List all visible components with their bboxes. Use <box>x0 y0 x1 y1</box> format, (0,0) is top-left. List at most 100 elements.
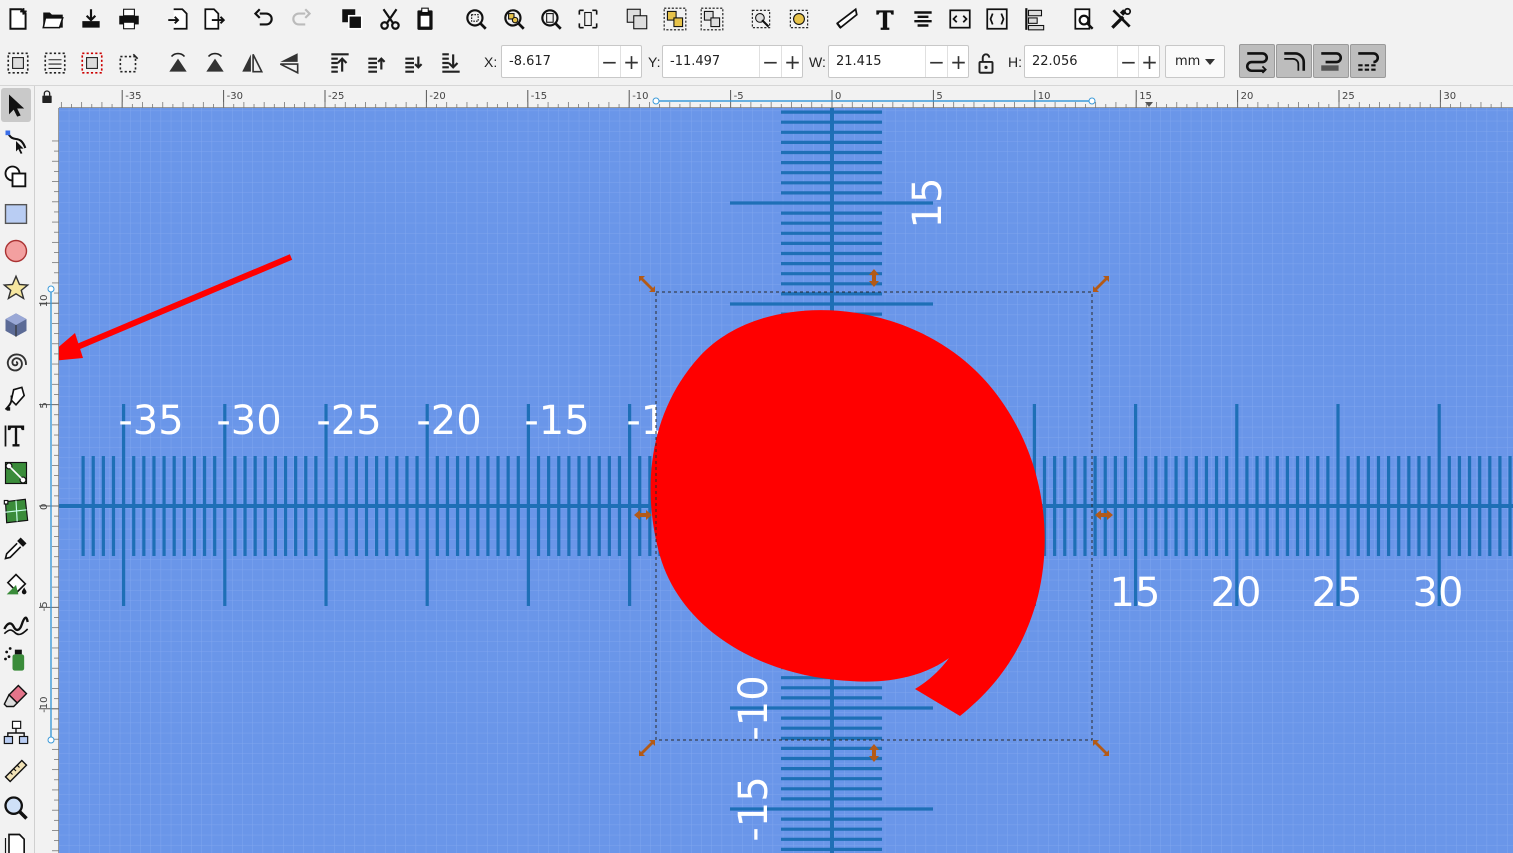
w-increment[interactable]: + <box>947 46 969 77</box>
raise-icon[interactable] <box>362 48 392 78</box>
h-increment[interactable]: + <box>1138 46 1160 77</box>
shape-builder-tool[interactable] <box>1 160 31 194</box>
rectangle-tool[interactable] <box>1 197 31 231</box>
h-input[interactable] <box>1025 46 1117 77</box>
undo-icon[interactable] <box>248 4 278 34</box>
deselect-icon[interactable] <box>114 48 144 78</box>
rotate-cw-icon[interactable] <box>200 48 230 78</box>
ellipse-tool[interactable] <box>1 234 31 268</box>
y-increment[interactable]: + <box>781 46 803 77</box>
x-axis-label: 30 <box>1413 570 1464 616</box>
move-patterns-icon <box>1358 52 1380 71</box>
star-tool[interactable] <box>1 271 31 305</box>
move-gradients-toggle[interactable] <box>1313 44 1349 78</box>
pathfinder-icon[interactable] <box>784 4 814 34</box>
3d-box-icon <box>5 313 27 337</box>
ruler-label: -5 <box>39 601 50 611</box>
save-icon[interactable] <box>76 4 106 34</box>
export-icon[interactable] <box>199 4 229 34</box>
move-patterns-toggle[interactable] <box>1350 44 1386 78</box>
ruler-label: 20 <box>1241 91 1254 102</box>
eraser-tool[interactable] <box>1 679 31 713</box>
text-tool[interactable] <box>1 419 31 453</box>
rectangle-icon <box>4 203 28 225</box>
x-axis-label: -35 <box>118 398 183 444</box>
spiral-tool[interactable] <box>1 345 31 379</box>
lower-to-bottom-icon[interactable] <box>436 48 466 78</box>
flip-vertical-icon[interactable] <box>274 48 304 78</box>
zoom-selection-icon[interactable] <box>461 4 491 34</box>
ruler-label: 15 <box>1139 91 1152 102</box>
ruler-label: -10 <box>39 696 50 712</box>
ruler-lock-corner[interactable] <box>35 86 59 108</box>
dropper-tool[interactable] <box>1 531 31 565</box>
eraser-icon <box>3 684 28 708</box>
canvas[interactable]: -35-30-25-20-15-10515202530 155-10-15 -3… <box>35 86 1513 853</box>
ungroup-icon[interactable] <box>697 4 727 34</box>
x-input[interactable] <box>502 46 598 77</box>
flip-horizontal-icon[interactable] <box>237 48 267 78</box>
horizontal-ruler[interactable] <box>59 86 1513 108</box>
pages-tool[interactable] <box>1 828 31 853</box>
rotate-ccw-icon[interactable] <box>163 48 193 78</box>
text-font-icon[interactable] <box>870 4 900 34</box>
zoom-page-icon[interactable] <box>536 4 566 34</box>
layers-icon[interactable] <box>982 4 1012 34</box>
scale-corners-toggle[interactable] <box>1276 44 1312 78</box>
w-decrement[interactable]: − <box>925 46 947 77</box>
ellipse-icon <box>4 239 28 263</box>
x-decrement[interactable]: − <box>598 46 620 77</box>
redo-icon[interactable] <box>287 4 317 34</box>
connector-tool[interactable] <box>1 716 31 750</box>
new-document-icon[interactable] <box>3 4 33 34</box>
object-props-icon[interactable] <box>945 4 975 34</box>
x-increment[interactable]: + <box>620 46 642 77</box>
gradient-tool[interactable] <box>1 456 31 490</box>
select-all-layers-icon[interactable] <box>40 48 70 78</box>
ruler-label: 30 <box>1443 91 1456 102</box>
unit-select[interactable]: mm <box>1165 45 1225 78</box>
align-distribute-icon[interactable] <box>1020 4 1050 34</box>
tweak-tool[interactable] <box>1 605 31 639</box>
pages-icon <box>4 833 25 853</box>
paste-icon[interactable] <box>410 4 440 34</box>
cut-icon[interactable] <box>375 4 405 34</box>
node-tool[interactable] <box>1 124 31 158</box>
tweak-icon <box>3 616 29 636</box>
lower-icon[interactable] <box>399 48 429 78</box>
invert-selection-icon[interactable] <box>77 48 107 78</box>
h-decrement[interactable]: − <box>1117 46 1139 77</box>
zoom-tool[interactable] <box>1 791 31 825</box>
selector-tool[interactable] <box>1 88 31 122</box>
3d-box-tool[interactable] <box>1 308 31 342</box>
vertical-ruler[interactable] <box>35 108 59 853</box>
print-icon[interactable] <box>114 4 144 34</box>
pen-tool[interactable] <box>1 382 31 416</box>
w-input[interactable] <box>829 46 925 77</box>
find-icon[interactable] <box>1069 4 1099 34</box>
import-icon[interactable] <box>163 4 193 34</box>
scale-stroke-toggle[interactable] <box>1239 44 1275 78</box>
preferences-icon[interactable] <box>1106 4 1136 34</box>
measure-tool[interactable] <box>1 754 31 788</box>
spray-icon <box>4 647 25 671</box>
spray-tool[interactable] <box>1 642 31 676</box>
raise-to-top-icon[interactable] <box>325 48 355 78</box>
group-icon[interactable] <box>660 4 690 34</box>
clone-icon[interactable] <box>622 4 652 34</box>
star-icon <box>2 274 30 301</box>
lock-ratio-icon[interactable] <box>971 48 1001 78</box>
xml-editor-icon[interactable] <box>832 4 862 34</box>
align-text-icon[interactable] <box>908 4 938 34</box>
chevron-down-icon <box>1205 59 1215 65</box>
node-select-icon[interactable] <box>746 4 776 34</box>
duplicate-icon[interactable] <box>337 4 367 34</box>
mesh-tool[interactable] <box>1 494 31 528</box>
paint-bucket-tool[interactable] <box>1 568 31 602</box>
y-input[interactable] <box>663 46 759 77</box>
open-icon[interactable] <box>38 4 68 34</box>
select-all-icon[interactable] <box>3 48 33 78</box>
y-decrement[interactable]: − <box>759 46 781 77</box>
zoom-page-width-icon[interactable] <box>573 4 603 34</box>
zoom-drawing-icon[interactable] <box>499 4 529 34</box>
